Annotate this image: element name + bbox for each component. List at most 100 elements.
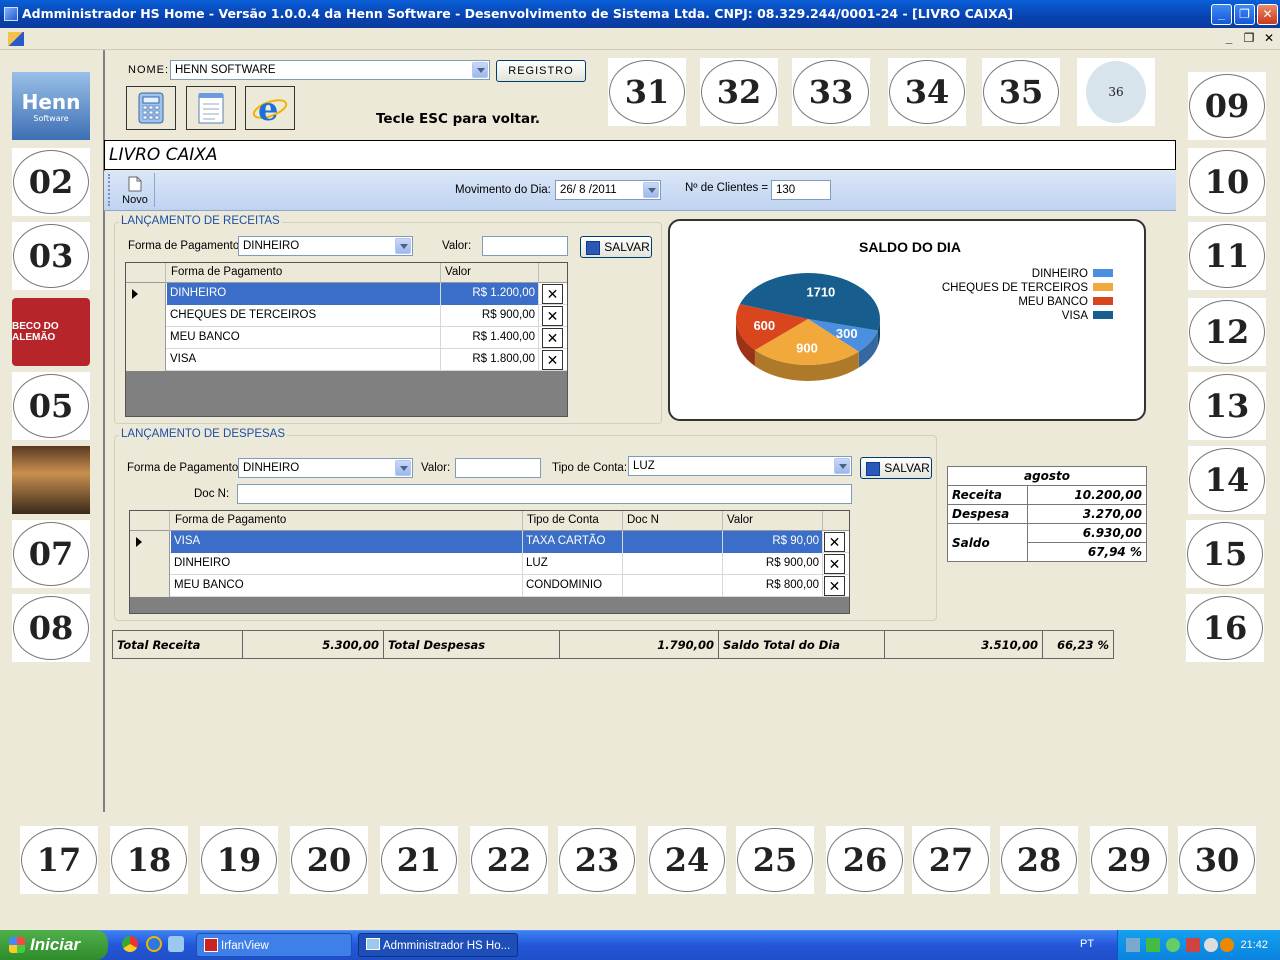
despesas-grid[interactable]: Forma de Pagamento Tipo de Conta Doc N V… xyxy=(129,510,850,614)
shortcut-tile-14[interactable]: 14 xyxy=(1188,446,1266,514)
doc-input[interactable] xyxy=(237,484,852,504)
cell-tipo[interactable]: TAXA CARTÃO xyxy=(523,531,623,553)
tipo-conta-select[interactable]: LUZ xyxy=(628,456,852,476)
security-icon[interactable] xyxy=(1166,938,1180,952)
shortcut-tile-22[interactable]: 22 xyxy=(470,826,548,894)
table-row[interactable]: VISA R$ 1.800,00 ✕ xyxy=(126,349,567,371)
delete-row-button[interactable]: ✕ xyxy=(824,576,845,596)
chrome-icon[interactable] xyxy=(122,936,138,952)
delete-row-button[interactable]: ✕ xyxy=(542,350,563,370)
cell-forma[interactable]: VISA xyxy=(171,531,523,553)
table-row[interactable]: MEU BANCO R$ 1.400,00 ✕ xyxy=(126,327,567,349)
receitas-grid[interactable]: Forma de Pagamento Valor DINHEIRO R$ 1.2… xyxy=(125,262,568,417)
shortcut-tile-32[interactable]: 32 xyxy=(700,58,778,126)
delete-row-button[interactable]: ✕ xyxy=(542,306,563,326)
clientes-field[interactable]: 130 xyxy=(771,180,831,200)
signal-icon[interactable] xyxy=(1146,938,1160,952)
minimize-button[interactable]: _ xyxy=(1211,4,1232,25)
despesas-valor-input[interactable] xyxy=(455,458,541,478)
row-selector[interactable] xyxy=(130,575,170,597)
internet-explorer-icon[interactable]: e xyxy=(245,86,295,130)
table-row[interactable]: DINHEIRO LUZ R$ 900,00 ✕ xyxy=(130,553,849,575)
close-button[interactable]: ✕ xyxy=(1257,4,1278,25)
quick-launch-icon[interactable] xyxy=(168,936,184,952)
shortcut-tile-27[interactable]: 27 xyxy=(912,826,990,894)
shortcut-tile-25[interactable]: 25 xyxy=(736,826,814,894)
cell-forma[interactable]: DINHEIRO xyxy=(167,283,441,305)
cell-doc[interactable] xyxy=(623,531,723,553)
shortcut-tile-24[interactable]: 24 xyxy=(648,826,726,894)
shortcut-tile-20[interactable]: 20 xyxy=(290,826,368,894)
cell-doc[interactable] xyxy=(623,553,723,575)
beco-do-alemao-logo[interactable]: BECO DO ALEMÃO xyxy=(12,298,90,366)
shortcut-tile-21[interactable]: 21 xyxy=(380,826,458,894)
chevron-down-icon[interactable] xyxy=(834,458,850,474)
shortcut-tile-07[interactable]: 07 xyxy=(12,520,90,588)
shortcut-tile-19[interactable]: 19 xyxy=(200,826,278,894)
shortcut-tile-29[interactable]: 29 xyxy=(1090,826,1168,894)
cell-valor[interactable]: R$ 1.400,00 xyxy=(441,327,539,349)
chevron-down-icon[interactable] xyxy=(472,62,488,78)
network-icon[interactable] xyxy=(1126,938,1140,952)
cell-doc[interactable] xyxy=(623,575,723,597)
shortcut-tile-02[interactable]: 02 xyxy=(12,148,90,216)
delete-row-button[interactable]: ✕ xyxy=(542,328,563,348)
shortcut-tile-12[interactable]: 12 xyxy=(1188,298,1266,366)
receitas-valor-input[interactable] xyxy=(482,236,568,256)
shortcut-tile-33[interactable]: 33 xyxy=(792,58,870,126)
shortcut-tile-05[interactable]: 05 xyxy=(12,372,90,440)
shortcut-tile-18[interactable]: 18 xyxy=(110,826,188,894)
shortcut-tile-03[interactable]: 03 xyxy=(12,222,90,290)
notepad-icon[interactable] xyxy=(186,86,236,130)
calculator-icon[interactable] xyxy=(126,86,176,130)
column-header-valor[interactable]: Valor xyxy=(441,263,539,283)
cell-tipo[interactable]: CONDOMINIO xyxy=(523,575,623,597)
column-header-forma[interactable]: Forma de Pagamento xyxy=(171,511,523,531)
mdi-minimize-button[interactable]: _ xyxy=(1222,31,1236,45)
novo-button[interactable]: Novo xyxy=(114,173,156,207)
mall-photo-tile[interactable] xyxy=(12,446,90,514)
shortcut-tile-10[interactable]: 10 xyxy=(1188,148,1266,216)
taskbar-item-irfanview[interactable]: IrfanView xyxy=(196,933,352,957)
taskbar-item-admministrador[interactable]: Admministrador HS Ho... xyxy=(358,933,518,957)
cell-forma[interactable]: DINHEIRO xyxy=(171,553,523,575)
restore-button[interactable]: ❐ xyxy=(1234,4,1255,25)
row-selector[interactable] xyxy=(126,327,166,349)
language-indicator[interactable]: PT xyxy=(1080,938,1094,950)
cell-valor[interactable]: R$ 1.200,00 xyxy=(441,283,539,305)
nome-select[interactable]: HENN SOFTWARE xyxy=(170,60,490,80)
table-row[interactable]: VISA TAXA CARTÃO R$ 90,00 ✕ xyxy=(130,531,849,553)
mdi-close-button[interactable]: ✕ xyxy=(1262,31,1276,45)
chevron-down-icon[interactable] xyxy=(395,460,411,476)
receitas-forma-select[interactable]: DINHEIRO xyxy=(238,236,413,256)
chevron-down-icon[interactable] xyxy=(395,238,411,254)
cell-tipo[interactable]: LUZ xyxy=(523,553,623,575)
table-row[interactable]: CHEQUES DE TERCEIROS R$ 900,00 ✕ xyxy=(126,305,567,327)
clock[interactable]: 21:42 xyxy=(1240,939,1268,951)
shortcut-tile-26[interactable]: 26 xyxy=(826,826,904,894)
shortcut-tile-34[interactable]: 34 xyxy=(888,58,966,126)
table-row[interactable]: DINHEIRO R$ 1.200,00 ✕ xyxy=(126,283,567,305)
shortcut-tile-15[interactable]: 15 xyxy=(1186,520,1264,588)
shortcut-tile-13[interactable]: 13 xyxy=(1188,372,1266,440)
shortcut-tile-09[interactable]: 09 xyxy=(1188,72,1266,140)
update-icon[interactable] xyxy=(1220,938,1234,952)
mdi-child-icon[interactable] xyxy=(8,32,24,46)
row-selector[interactable] xyxy=(130,553,170,575)
row-selector[interactable] xyxy=(126,305,166,327)
despesas-save-button[interactable]: SALVAR xyxy=(860,457,932,479)
device-icon[interactable] xyxy=(1186,938,1200,952)
shortcut-tile-23[interactable]: 23 xyxy=(558,826,636,894)
row-selector[interactable] xyxy=(126,283,166,305)
cell-valor[interactable]: R$ 1.800,00 xyxy=(441,349,539,371)
column-header-valor[interactable]: Valor xyxy=(723,511,823,531)
chevron-down-icon[interactable] xyxy=(643,182,659,198)
shortcut-tile-36[interactable]: 36 xyxy=(1077,58,1155,126)
row-selector[interactable] xyxy=(126,349,166,371)
henn-software-logo[interactable]: Henn Software xyxy=(12,72,90,140)
column-header-tipo[interactable]: Tipo de Conta xyxy=(523,511,623,531)
cell-valor[interactable]: R$ 900,00 xyxy=(441,305,539,327)
shortcut-tile-17[interactable]: 17 xyxy=(20,826,98,894)
despesas-forma-select[interactable]: DINHEIRO xyxy=(238,458,413,478)
shortcut-tile-30[interactable]: 30 xyxy=(1178,826,1256,894)
